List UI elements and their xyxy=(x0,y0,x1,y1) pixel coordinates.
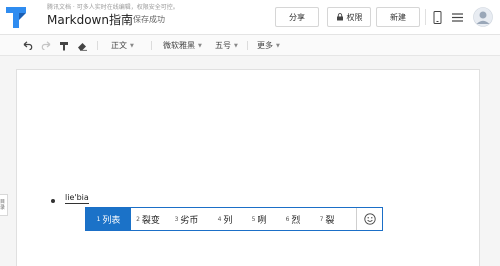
format-painter-icon[interactable] xyxy=(59,38,69,53)
avatar[interactable] xyxy=(472,7,494,27)
ime-candidate[interactable]: 7 裂 xyxy=(310,208,344,230)
candidate-text: 咧 xyxy=(257,215,267,226)
ime-candidate[interactable]: 6 烈 xyxy=(276,208,310,230)
mobile-icon[interactable] xyxy=(429,8,445,26)
ime-composition-text: lie'bia xyxy=(65,193,89,204)
candidate-number: 4 xyxy=(217,215,222,223)
menu-icon[interactable] xyxy=(449,8,465,26)
share-label: 分享 xyxy=(289,12,305,22)
redo-icon[interactable] xyxy=(41,38,51,53)
chevron-down-icon: ▼ xyxy=(198,42,202,49)
candidate-number: 6 xyxy=(285,215,290,223)
tencent-docs-logo-icon[interactable] xyxy=(4,4,28,31)
candidate-text: 裂变 xyxy=(141,215,160,226)
font-family-dropdown[interactable]: 微软雅黑 ▼ xyxy=(163,38,202,53)
app-header: 腾讯文档 · 可多人实时在线编辑，权限安全可控。 Markdown指南 保存成功… xyxy=(0,0,500,35)
chevron-down-icon: ▼ xyxy=(234,42,238,49)
permission-button[interactable]: 权限 xyxy=(327,7,371,27)
candidate-number: 1 xyxy=(96,215,101,223)
ime-candidate[interactable]: 3 劣币 xyxy=(165,208,208,230)
ime-candidate[interactable]: 5 咧 xyxy=(242,208,276,230)
header-divider xyxy=(425,9,426,25)
outline-tab[interactable]: 目录 xyxy=(0,194,8,216)
candidate-number: 5 xyxy=(251,215,256,223)
candidate-number: 3 xyxy=(174,215,179,223)
chevron-down-icon: ▼ xyxy=(276,42,280,49)
permission-label: 权限 xyxy=(346,12,363,22)
eraser-icon[interactable] xyxy=(77,38,88,53)
more-label: 更多 xyxy=(257,41,273,50)
emoji-button[interactable] xyxy=(356,208,382,230)
candidate-number: 7 xyxy=(319,215,324,223)
paragraph-style-label: 正文 xyxy=(111,41,127,50)
formatting-toolbar: 正文 ▼ 微软雅黑 ▼ 五号 ▼ 更多 ▼ xyxy=(0,35,500,56)
save-status: 保存成功 xyxy=(133,15,165,24)
ime-candidate[interactable]: 1 列表 xyxy=(86,208,131,230)
lock-icon xyxy=(336,13,343,21)
smiley-icon xyxy=(363,213,376,225)
new-label: 新建 xyxy=(390,12,406,22)
toolbar-separator xyxy=(151,41,152,50)
ime-candidate-bar: 1 列表 2 裂变 3 劣币 4 列 5 咧 6 烈 7 裂 xyxy=(85,207,383,231)
document-title[interactable]: Markdown指南 xyxy=(47,11,133,28)
toolbar-separator xyxy=(97,41,98,50)
new-button[interactable]: 新建 xyxy=(376,7,420,27)
candidate-number: 2 xyxy=(136,215,140,223)
undo-icon[interactable] xyxy=(23,38,33,53)
chevron-down-icon: ▼ xyxy=(130,42,134,49)
share-button[interactable]: 分享 xyxy=(275,7,319,27)
document-page[interactable] xyxy=(16,69,480,266)
font-size-label: 五号 xyxy=(215,41,231,50)
font-family-label: 微软雅黑 xyxy=(163,41,195,50)
app-subtitle: 腾讯文档 · 可多人实时在线编辑，权限安全可控。 xyxy=(47,4,179,11)
list-bullet xyxy=(51,199,55,203)
candidate-text: 烈 xyxy=(291,215,301,226)
candidate-text: 劣币 xyxy=(180,215,199,226)
font-size-dropdown[interactable]: 五号 ▼ xyxy=(215,38,238,53)
paragraph-style-dropdown[interactable]: 正文 ▼ xyxy=(111,38,134,53)
more-dropdown[interactable]: 更多 ▼ xyxy=(257,38,280,53)
candidate-text: 列 xyxy=(223,215,233,226)
candidate-text: 裂 xyxy=(325,215,335,226)
ime-candidate[interactable]: 2 裂变 xyxy=(131,208,165,230)
candidate-text: 列表 xyxy=(102,215,121,226)
outline-tab-label: 目录 xyxy=(0,199,6,211)
toolbar-separator xyxy=(247,41,248,50)
ime-candidate[interactable]: 4 列 xyxy=(208,208,242,230)
